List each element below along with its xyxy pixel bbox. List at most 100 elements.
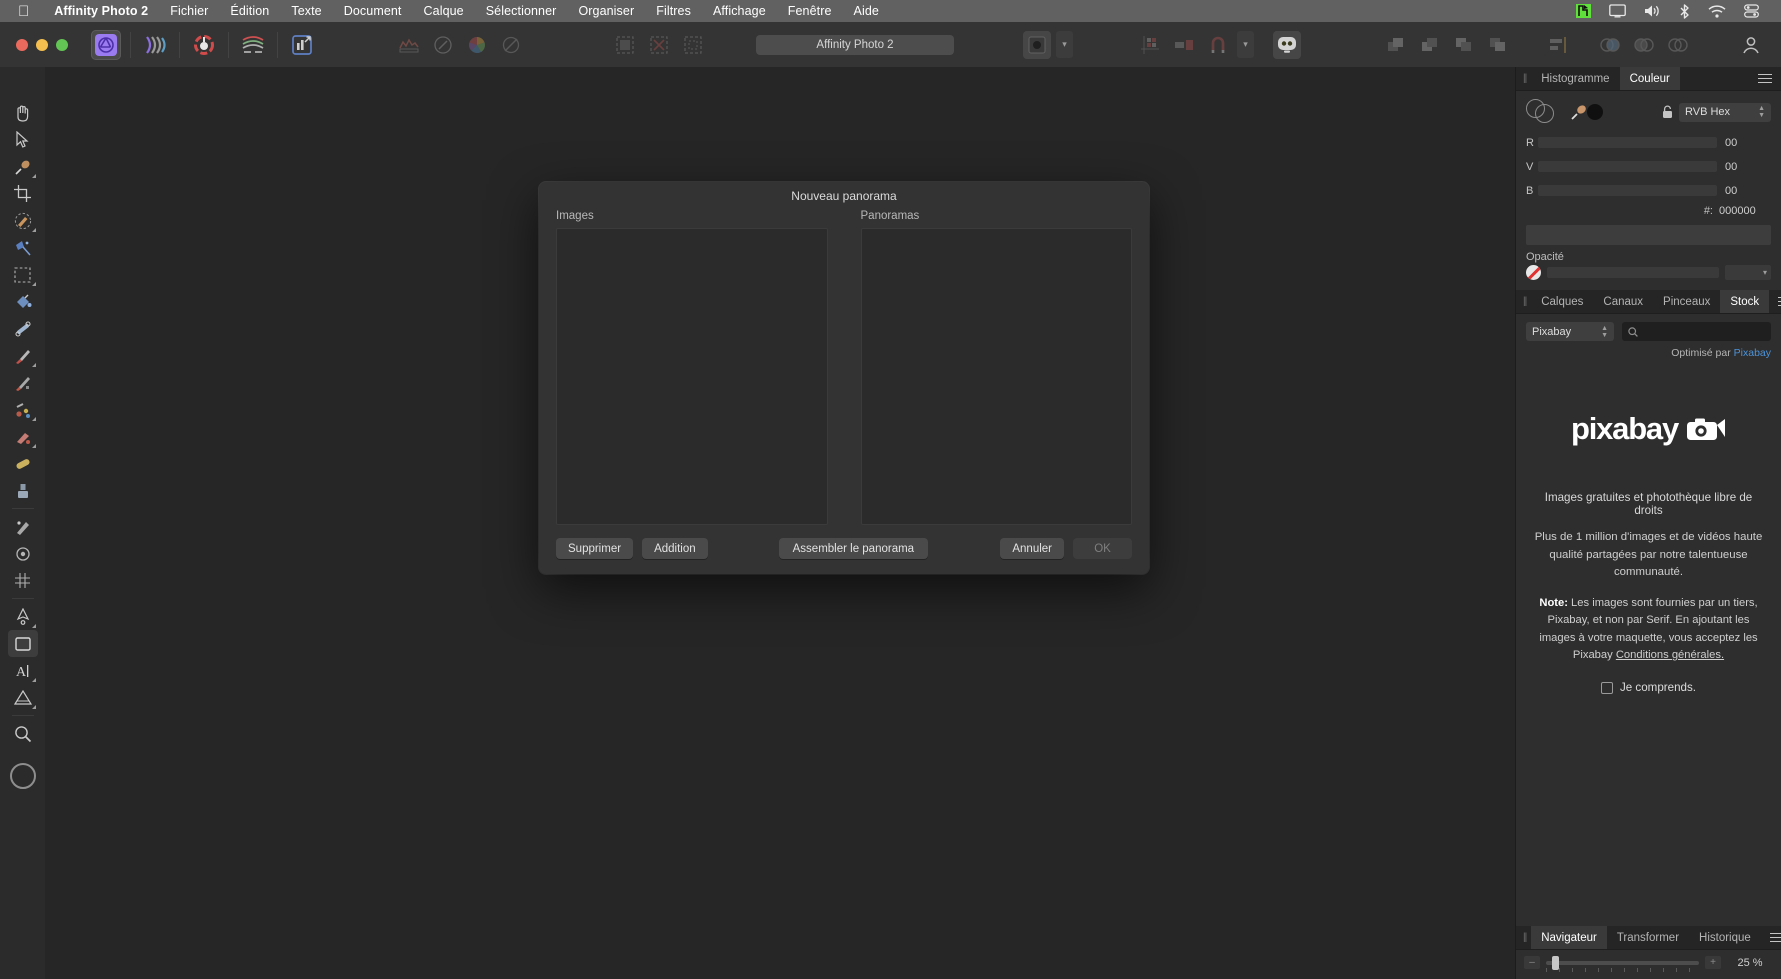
crop-tool[interactable] (8, 180, 38, 207)
invert-selection-icon[interactable] (679, 31, 707, 59)
tone-mapping-persona-button[interactable] (238, 30, 268, 60)
menu-item-edition[interactable]: Édition (219, 4, 280, 18)
arrange-front-icon[interactable] (1382, 31, 1410, 59)
photo-persona-button[interactable] (91, 29, 121, 60)
stock-source-stepper-icon[interactable]: ▲ ▼ (1601, 325, 1608, 339)
opacity-dropdown[interactable]: ▾ (1725, 265, 1771, 280)
stock-panel-grip-icon[interactable]: || (1516, 290, 1531, 313)
align-distribute-icon[interactable] (1544, 31, 1572, 59)
pixel-tool[interactable] (8, 369, 38, 396)
hex-value[interactable]: 000000 (1719, 205, 1771, 217)
liquify-persona-button[interactable] (140, 30, 170, 60)
color-well[interactable] (9, 763, 36, 789)
images-listbox[interactable] (556, 228, 828, 525)
menu-item-calque[interactable]: Calque (413, 4, 475, 18)
group-subtract-icon[interactable] (1630, 31, 1658, 59)
assistant-icon[interactable] (1273, 30, 1301, 59)
histogram-tool-icon[interactable] (395, 31, 423, 59)
apple-menu-icon[interactable]:  (18, 4, 29, 19)
color-wheel-tool-icon[interactable] (463, 31, 491, 59)
snapping-icon[interactable] (1023, 30, 1051, 59)
move-tool[interactable] (8, 126, 38, 153)
close-window-button[interactable] (16, 38, 28, 51)
menu-item-filtres[interactable]: Filtres (645, 4, 702, 18)
menu-item-affichage[interactable]: Affichage (702, 4, 777, 18)
select-none-icon[interactable] (611, 31, 639, 59)
tab-stock[interactable]: Stock (1720, 290, 1770, 313)
grid-icon[interactable] (1136, 31, 1164, 59)
pixabay-link[interactable]: Pixabay (1734, 347, 1771, 359)
understand-checkbox[interactable] (1600, 681, 1613, 694)
inpainting-tool[interactable] (8, 513, 38, 540)
channel-value-r[interactable]: 00 (1717, 137, 1771, 149)
zoom-slider[interactable] (1546, 955, 1699, 972)
compass-tool-icon[interactable] (429, 31, 457, 59)
develop-persona-button[interactable] (189, 30, 219, 60)
cancel-button[interactable]: Annuler (1000, 538, 1064, 559)
lock-icon[interactable] (1662, 105, 1673, 119)
paint-brush-tool[interactable] (8, 342, 38, 369)
align-icon[interactable] (1170, 31, 1198, 59)
navigator-panel-grip-icon[interactable]: || (1516, 926, 1531, 949)
arrange-backward-icon[interactable] (1450, 31, 1478, 59)
zoom-tool[interactable] (8, 720, 38, 747)
no-color-tool-icon[interactable] (497, 31, 525, 59)
hand-tool[interactable] (8, 99, 38, 126)
color-wheel-icon[interactable] (1526, 99, 1560, 125)
tab-calques[interactable]: Calques (1531, 290, 1593, 313)
panoramas-listbox[interactable] (860, 228, 1132, 525)
menu-item-texte[interactable]: Texte (280, 4, 332, 18)
stock-panel-menu-icon[interactable] (1769, 290, 1781, 313)
menu-item-organiser[interactable]: Organiser (567, 4, 645, 18)
color-picker-tool[interactable] (8, 153, 38, 180)
deselect-icon[interactable] (645, 31, 673, 59)
channel-slider-v[interactable] (1538, 161, 1717, 172)
channel-slider-b[interactable] (1538, 185, 1717, 196)
tab-canaux[interactable]: Canaux (1593, 290, 1653, 313)
app-status-icon[interactable] (1576, 4, 1591, 18)
understand-row[interactable]: Je comprends. (1532, 681, 1765, 694)
maximize-window-button[interactable] (56, 38, 68, 51)
tab-historique[interactable]: Historique (1689, 926, 1761, 949)
none-swatch-icon[interactable] (1526, 265, 1541, 280)
arrange-back-icon[interactable] (1484, 31, 1512, 59)
selection-brush-tool[interactable] (8, 207, 38, 234)
control-center-icon[interactable] (1744, 4, 1759, 18)
account-icon[interactable] (1737, 31, 1765, 59)
navigator-panel-menu-icon[interactable] (1761, 926, 1781, 949)
shape-tool[interactable] (8, 684, 38, 711)
volume-icon[interactable] (1644, 4, 1661, 18)
current-color-swatch[interactable] (1587, 104, 1603, 120)
panel-grip-icon[interactable]: || (1516, 67, 1531, 90)
zoom-out-button[interactable]: – (1524, 956, 1540, 969)
stock-source-select[interactable]: Pixabay ▲ ▼ (1526, 322, 1614, 341)
menu-item-document[interactable]: Document (333, 4, 413, 18)
wifi-icon[interactable] (1708, 4, 1726, 18)
blemish-removal-tool[interactable] (8, 540, 38, 567)
terms-link[interactable]: Conditions générales. (1616, 649, 1724, 661)
menu-item-fenetre[interactable]: Fenêtre (777, 4, 843, 18)
stock-search-field[interactable] (1622, 322, 1771, 341)
magnet-dropdown-chevron-icon[interactable]: ▾ (1237, 31, 1254, 58)
smudge-tool[interactable] (8, 423, 38, 450)
delete-button[interactable]: Supprimer (556, 538, 634, 559)
group-add-icon[interactable] (1596, 31, 1624, 59)
color-model-stepper-icon[interactable]: ▲ ▼ (1758, 105, 1765, 119)
dodge-tool[interactable] (8, 450, 38, 477)
arrange-forward-icon[interactable] (1416, 31, 1444, 59)
export-persona-button[interactable] (287, 30, 317, 60)
opacity-slider[interactable] (1547, 267, 1719, 278)
pen-tool[interactable] (8, 603, 38, 630)
menu-item-aide[interactable]: Aide (843, 4, 890, 18)
tab-histogramme[interactable]: Histogramme (1531, 67, 1619, 90)
channel-value-b[interactable]: 00 (1717, 185, 1771, 197)
tab-navigateur[interactable]: Navigateur (1531, 926, 1607, 949)
artistic-text-tool[interactable]: A (8, 657, 38, 684)
erase-brush-tool[interactable] (8, 396, 38, 423)
menu-item-selectionner[interactable]: Sélectionner (475, 4, 568, 18)
color-preview-strip[interactable] (1526, 225, 1771, 245)
channel-value-v[interactable]: 00 (1717, 161, 1771, 173)
stitch-panorama-button[interactable]: Assembler le panorama (778, 538, 929, 559)
rectangle-tool[interactable] (7, 630, 38, 657)
display-icon[interactable] (1609, 4, 1626, 18)
